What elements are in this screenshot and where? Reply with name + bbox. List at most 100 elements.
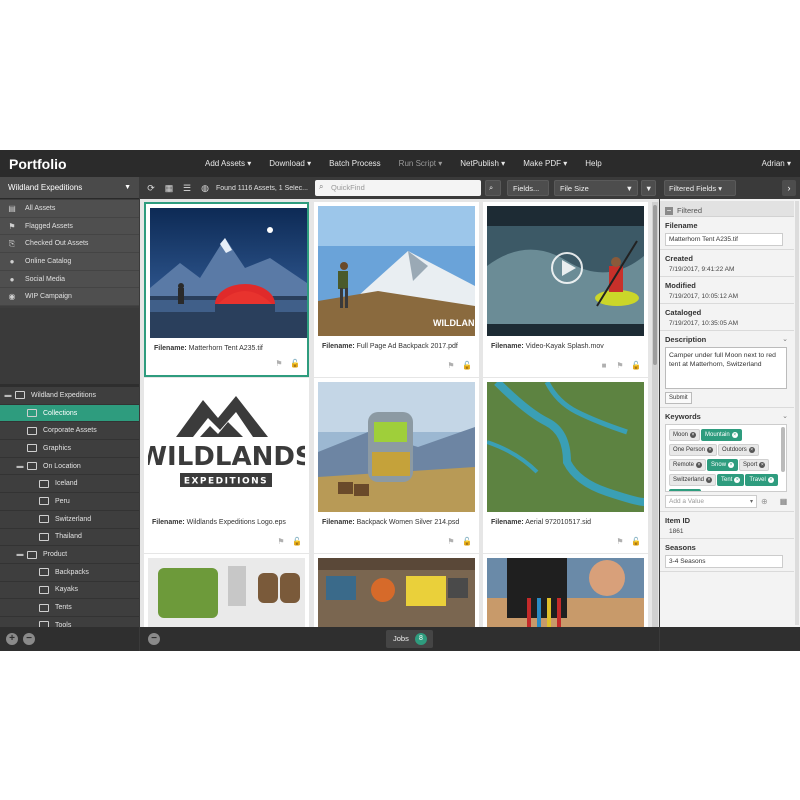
- gallery-tree-item[interactable]: ▬ Product: [0, 546, 139, 564]
- keyword-chip[interactable]: Sport ×: [739, 459, 770, 471]
- sort-direction-button[interactable]: ▼: [641, 180, 656, 196]
- remove-keyword-icon[interactable]: ×: [706, 477, 713, 483]
- remove-keyword-icon[interactable]: ×: [767, 477, 774, 483]
- remove-gallery-button[interactable]: −: [23, 633, 35, 645]
- video-thumbnail[interactable]: [487, 206, 644, 336]
- gallery-tree-item[interactable]: ▬ Wildland Expeditions: [0, 387, 139, 405]
- asset-thumbnail[interactable]: [318, 558, 475, 627]
- remove-keyword-icon[interactable]: ×: [707, 447, 714, 453]
- seasons-input[interactable]: 3-4 Seasons: [665, 555, 783, 568]
- remove-keyword-icon[interactable]: ×: [734, 477, 741, 483]
- menu-item[interactable]: NetPublish ▾: [451, 159, 514, 168]
- gallery-tree-item[interactable]: Thailand: [0, 528, 139, 547]
- sort-select[interactable]: File Size ▼: [554, 180, 638, 196]
- flag-icon[interactable]: ⚑: [614, 361, 626, 371]
- asset-thumbnail[interactable]: [487, 382, 644, 512]
- saved-view-item[interactable]: ⎘ Checked Out Assets: [0, 235, 139, 254]
- lock-icon[interactable]: 🔓: [461, 361, 473, 371]
- catalog-selector[interactable]: Wildland Expeditions ▼: [0, 177, 139, 199]
- asset-card[interactable]: WILDLANDS Filename: Full Page Ad Backpack…: [314, 202, 479, 377]
- gallery-tree-item[interactable]: Corporate Assets: [0, 422, 139, 441]
- remove-keyword-icon[interactable]: ×: [728, 462, 735, 468]
- add-gallery-button[interactable]: +: [6, 633, 18, 645]
- globe-icon[interactable]: ◍: [198, 181, 212, 195]
- menu-item[interactable]: Add Assets ▾: [196, 159, 260, 168]
- remove-keyword-icon[interactable]: ×: [759, 462, 766, 468]
- quickfind-input[interactable]: ⌕ QuickFind: [315, 180, 481, 196]
- asset-thumbnail[interactable]: WILDLANDS: [318, 206, 475, 336]
- lock-icon[interactable]: 🔓: [289, 359, 301, 369]
- saved-view-item[interactable]: ● Social Media: [0, 270, 139, 289]
- menu-item[interactable]: Batch Process: [320, 159, 390, 168]
- menu-item[interactable]: Help: [576, 159, 610, 168]
- keyword-chip[interactable]: Travel ×: [745, 474, 778, 486]
- collapse-toggle-icon[interactable]: ▬: [16, 551, 24, 558]
- submit-button[interactable]: Submit: [665, 392, 692, 404]
- gallery-tree-item[interactable]: Graphics: [0, 440, 139, 458]
- jobs-button[interactable]: Jobs 8: [386, 630, 433, 648]
- keyword-chip[interactable]: Outdoors ×: [718, 444, 759, 456]
- inspector-scrollbar[interactable]: [795, 201, 799, 625]
- asset-card[interactable]: [314, 554, 479, 627]
- description-textarea[interactable]: Camper under full Moon next to red tent …: [665, 347, 787, 389]
- gallery-tree-item[interactable]: ▬ On Location: [0, 457, 139, 476]
- menu-item[interactable]: Download ▾: [260, 159, 320, 168]
- chevron-down-icon[interactable]: ⌄: [782, 335, 788, 343]
- asset-thumbnail[interactable]: [487, 558, 644, 627]
- chevron-down-icon[interactable]: ⌄: [782, 412, 788, 420]
- keyword-chip[interactable]: Water×: [669, 489, 701, 491]
- filtered-section-header[interactable]: − Filtered: [660, 201, 794, 217]
- asset-card[interactable]: Filename: Matterhorn Tent A235.tif ⚑ 🔓: [144, 202, 309, 377]
- filename-input[interactable]: Matterhorn Tent A235.tif: [665, 233, 783, 246]
- saved-view-item[interactable]: ◉ WIP Campaign: [0, 288, 139, 307]
- saved-view-item[interactable]: ▤ All Assets: [0, 200, 139, 218]
- flag-icon[interactable]: ⚑: [445, 361, 457, 371]
- fields-button[interactable]: Fields...: [507, 180, 549, 196]
- remove-keyword-icon[interactable]: ×: [696, 462, 703, 468]
- grid-scrollbar-thumb[interactable]: [653, 205, 657, 365]
- keyword-chip[interactable]: Tent ×: [717, 474, 745, 486]
- gallery-tree-item[interactable]: Iceland: [0, 475, 139, 494]
- keyword-chip[interactable]: One Person ×: [669, 444, 718, 456]
- asset-card[interactable]: WILDLANDS EXPEDITIONS Filename: Wildlands …: [144, 378, 309, 553]
- asset-card[interactable]: [483, 554, 648, 627]
- remove-keyword-icon[interactable]: ×: [731, 432, 738, 438]
- grid-view-icon[interactable]: ▦: [162, 181, 176, 195]
- chevron-right-icon[interactable]: ›: [782, 180, 796, 196]
- keyword-chip[interactable]: Moon ×: [669, 429, 701, 441]
- keyword-chip[interactable]: Snow ×: [707, 459, 739, 471]
- asset-thumbnail[interactable]: [148, 558, 305, 627]
- collapse-toggle-icon[interactable]: ▬: [4, 392, 12, 399]
- add-value-input[interactable]: Add a Value ▾: [665, 495, 757, 508]
- saved-view-item[interactable]: ⚑ Flagged Assets: [0, 217, 139, 236]
- refresh-icon[interactable]: ⟳: [144, 181, 158, 195]
- asset-card[interactable]: Filename: Video-Kayak Splash.mov ■ ⚑ 🔓: [483, 202, 648, 377]
- flag-icon[interactable]: ⚑: [614, 537, 626, 547]
- lock-icon[interactable]: 🔓: [461, 537, 473, 547]
- lock-icon[interactable]: 🔓: [630, 537, 642, 547]
- gallery-tree-item[interactable]: Switzerland: [0, 510, 139, 529]
- asset-card[interactable]: Filename: Backpack Women Silver 214.psd ⚑…: [314, 378, 479, 553]
- gallery-tree-item[interactable]: Backpacks: [0, 563, 139, 582]
- gallery-tree-item[interactable]: Collections: [0, 404, 139, 423]
- keywords-scrollbar[interactable]: [781, 427, 785, 472]
- keyword-chip[interactable]: Switzerland ×: [669, 474, 717, 486]
- asset-card[interactable]: Filename: Aerial 972010517.sid ⚑ 🔓: [483, 378, 648, 553]
- asset-card[interactable]: [144, 554, 309, 627]
- asset-thumbnail[interactable]: [150, 208, 307, 338]
- add-circle-icon[interactable]: ⊕: [761, 497, 768, 506]
- menu-item[interactable]: Run Script ▾: [390, 159, 452, 168]
- field-set-selector[interactable]: Filtered Fields ▾: [664, 180, 736, 196]
- gallery-tree-item[interactable]: Tents: [0, 599, 139, 617]
- video-camera-icon[interactable]: ■: [598, 361, 610, 371]
- table-icon[interactable]: ▦: [780, 497, 788, 506]
- remove-keyword-icon[interactable]: ×: [748, 447, 755, 453]
- flag-icon[interactable]: ⚑: [275, 537, 287, 547]
- lock-icon[interactable]: 🔓: [630, 361, 642, 371]
- remove-keyword-icon[interactable]: ×: [690, 432, 697, 438]
- gallery-tree-item[interactable]: Kayaks: [0, 581, 139, 600]
- user-menu[interactable]: Adrian ▾: [762, 159, 791, 168]
- asset-thumbnail[interactable]: WILDLANDS EXPEDITIONS: [148, 382, 305, 512]
- asset-thumbnail[interactable]: [318, 382, 475, 512]
- gallery-tree-item[interactable]: Peru: [0, 493, 139, 511]
